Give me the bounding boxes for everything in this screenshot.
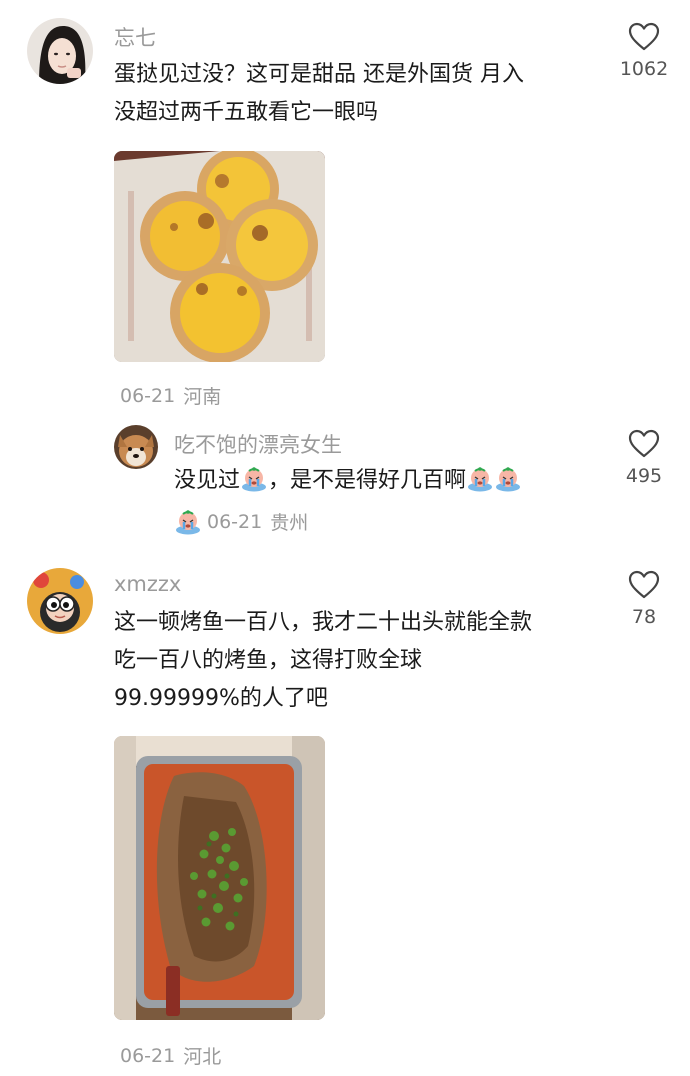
like-count: 495	[625, 465, 663, 487]
reply-text-part: ，是不是得好几百啊	[268, 468, 467, 493]
reply-location: 贵州	[270, 512, 309, 534]
username[interactable]: 吃不饱的漂亮女生	[174, 429, 342, 459]
crying-emoji-icon	[175, 509, 201, 535]
comment-line: 蛋挞见过没？这可是甜品 还是外国货 月入	[114, 62, 524, 87]
reply-text: 没见过 ，是不是得好几百啊	[174, 462, 594, 500]
comment-meta: 06-21 河北	[120, 1042, 221, 1069]
reply-1: 吃不饱的漂亮女生 没见过 ，是不是得好几百啊 495 06-21 贵州	[0, 420, 690, 550]
heart-icon[interactable]	[628, 429, 660, 459]
like-control[interactable]: 495	[604, 429, 684, 487]
comment-photo[interactable]	[114, 151, 325, 362]
like-control[interactable]: 1062	[604, 22, 684, 80]
reply-meta: 06-21 贵州	[174, 508, 308, 535]
comment-text: 这一顿烤鱼一百八，我才二十出头就能全款 吃一百八的烤鱼，这得打败全球 99.99…	[114, 604, 604, 718]
user-avatar-image	[27, 18, 93, 84]
reply-date: 06-21	[207, 510, 263, 533]
comment-1: 忘七 蛋挞见过没？这可是甜品 还是外国货 月入 没超过两千五敢看它一眼吗 106…	[0, 0, 690, 420]
username[interactable]: 忘七	[114, 22, 156, 52]
comment-location: 河南	[183, 386, 222, 408]
username[interactable]: xmzzx	[114, 572, 181, 596]
crying-emoji-icon	[467, 466, 493, 492]
avatar[interactable]	[114, 425, 158, 469]
comment-date: 06-21	[120, 384, 176, 407]
comment-line: 没超过两千五敢看它一眼吗	[114, 100, 379, 125]
heart-icon[interactable]	[628, 22, 660, 52]
like-count: 78	[631, 606, 657, 628]
user-avatar-image	[27, 568, 93, 634]
crying-emoji-icon	[241, 466, 267, 492]
heart-icon[interactable]	[628, 570, 660, 600]
like-control[interactable]: 78	[604, 570, 684, 628]
egg-tart-image	[114, 151, 325, 362]
dog-avatar-image	[114, 425, 158, 469]
comment-line: 这一顿烤鱼一百八，我才二十出头就能全款	[114, 610, 533, 635]
comment-meta: 06-21 河南	[120, 382, 221, 409]
comment-photo[interactable]	[114, 736, 325, 1020]
comment-date: 06-21	[120, 1044, 176, 1067]
reply-text-part: 没见过	[174, 468, 241, 493]
comment-line: 99.99999%的人了吧	[114, 686, 328, 711]
crying-emoji-icon	[495, 466, 521, 492]
like-count: 1062	[619, 58, 669, 80]
comment-text: 蛋挞见过没？这可是甜品 还是外国货 月入 没超过两千五敢看它一眼吗	[114, 56, 604, 132]
grilled-fish-image	[114, 736, 325, 1020]
comment-location: 河北	[183, 1046, 222, 1068]
comment-line: 吃一百八的烤鱼，这得打败全球	[114, 648, 423, 673]
avatar[interactable]	[27, 568, 93, 634]
avatar[interactable]	[27, 18, 93, 84]
comment-2: xmzzx 这一顿烤鱼一百八，我才二十出头就能全款 吃一百八的烤鱼，这得打败全球…	[0, 560, 690, 1076]
